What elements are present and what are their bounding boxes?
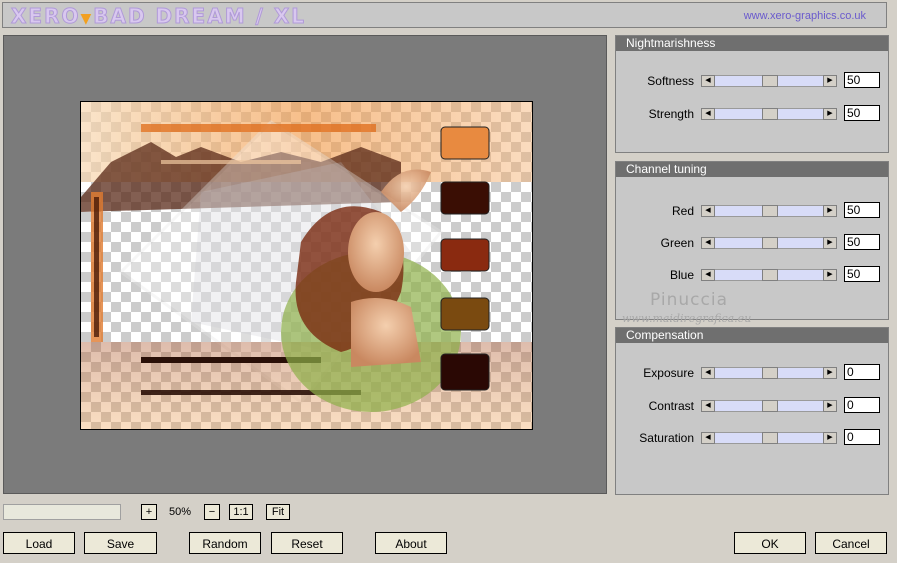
progress-bar [3,504,121,520]
zoom-out-button[interactable]: − [204,504,220,520]
arrow-right-icon[interactable]: ▶ [823,367,837,379]
panel-title: Compensation [616,328,888,343]
slider-thumb[interactable] [762,237,778,249]
slider-thumb[interactable] [762,108,778,120]
control-exposure: Exposure ◀ ▶ 0 [616,364,888,382]
random-button[interactable]: Random [189,532,261,554]
cancel-button[interactable]: Cancel [815,532,887,554]
watermark-name: Pinuccia [650,290,728,310]
control-contrast: Contrast ◀ ▶ 0 [616,397,888,415]
arrow-right-icon[interactable]: ▶ [823,205,837,217]
preview-artwork [81,102,532,429]
zoom-level: 50% [168,506,192,518]
strength-input[interactable]: 50 [844,105,880,121]
slider-thumb[interactable] [762,400,778,412]
about-button[interactable]: About [375,532,447,554]
contrast-input[interactable]: 0 [844,397,880,413]
zoom-in-button[interactable]: + [141,504,157,520]
strength-slider[interactable]: ◀ ▶ [701,108,837,120]
red-slider[interactable]: ◀ ▶ [701,205,837,217]
load-button[interactable]: Load [3,532,75,554]
exposure-input[interactable]: 0 [844,364,880,380]
exposure-slider[interactable]: ◀ ▶ [701,367,837,379]
control-label: Red [671,204,694,218]
green-input[interactable]: 50 [844,234,880,250]
control-label: Saturation [639,431,694,445]
arrow-left-icon[interactable]: ◀ [701,367,715,379]
save-button[interactable]: Save [84,532,157,554]
zoom-fit-button[interactable]: Fit [266,504,290,520]
logo-text-right: BAD DREAM / XL [93,4,306,29]
control-green: Green ◀ ▶ 50 [616,234,888,252]
arrow-right-icon[interactable]: ▶ [823,237,837,249]
contrast-slider[interactable]: ◀ ▶ [701,400,837,412]
website-link[interactable]: www.xero-graphics.co.uk [744,10,866,22]
control-label: Contrast [648,399,694,413]
arrow-left-icon[interactable]: ◀ [701,269,715,281]
slider-thumb[interactable] [762,432,778,444]
logo-text-left: XERO [10,4,81,29]
control-strength: Strength ◀ ▶ 50 [616,105,888,123]
panel-title: Nightmarishness [616,36,888,51]
arrow-right-icon[interactable]: ▶ [823,400,837,412]
arrow-left-icon[interactable]: ◀ [701,75,715,87]
arrow-left-icon[interactable]: ◀ [701,108,715,120]
control-saturation: Saturation ◀ ▶ 0 [616,429,888,447]
arrow-left-icon[interactable]: ◀ [701,237,715,249]
control-softness: Softness ◀ ▶ 50 [616,72,888,90]
arrow-left-icon[interactable]: ◀ [701,400,715,412]
saturation-input[interactable]: 0 [844,429,880,445]
arrow-right-icon[interactable]: ▶ [823,75,837,87]
control-label: Softness [647,74,694,88]
ok-button[interactable]: OK [734,532,806,554]
softness-slider[interactable]: ◀ ▶ [701,75,837,87]
slider-thumb[interactable] [762,269,778,281]
blue-input[interactable]: 50 [844,266,880,282]
control-label: Blue [669,268,694,282]
control-label: Strength [648,107,694,121]
slider-thumb[interactable] [762,367,778,379]
control-blue: Blue ◀ ▶ 50 [616,266,888,284]
blue-slider[interactable]: ◀ ▶ [701,269,837,281]
panel-compensation: Compensation Exposure ◀ ▶ 0 Contrast ◀ ▶… [615,327,889,495]
red-input[interactable]: 50 [844,202,880,218]
panel-nightmarishness: Nightmarishness Softness ◀ ▶ 50 Strength… [615,35,889,153]
watermark-site: www.maidiregrafica.eu [622,312,752,325]
zoom-actual-size-button[interactable]: 1:1 [229,504,253,520]
panel-title: Channel tuning [616,162,888,177]
title-bar: XERO▼BAD DREAM / XL www.xero-graphics.co… [2,2,887,29]
slider-thumb[interactable] [762,205,778,217]
app-logo: XERO▼BAD DREAM / XL [10,4,306,29]
arrow-right-icon[interactable]: ▶ [823,108,837,120]
saturation-slider[interactable]: ◀ ▶ [701,432,837,444]
preview-area [3,35,607,494]
green-slider[interactable]: ◀ ▶ [701,237,837,249]
reset-button[interactable]: Reset [271,532,343,554]
softness-input[interactable]: 50 [844,72,880,88]
logo-triangle-icon: ▼ [80,11,94,27]
control-red: Red ◀ ▶ 50 [616,202,888,220]
arrow-right-icon[interactable]: ▶ [823,432,837,444]
control-label: Exposure [643,366,694,380]
arrow-left-icon[interactable]: ◀ [701,432,715,444]
preview-image[interactable] [80,101,533,430]
slider-thumb[interactable] [762,75,778,87]
arrow-left-icon[interactable]: ◀ [701,205,715,217]
arrow-right-icon[interactable]: ▶ [823,269,837,281]
control-label: Green [660,236,694,250]
